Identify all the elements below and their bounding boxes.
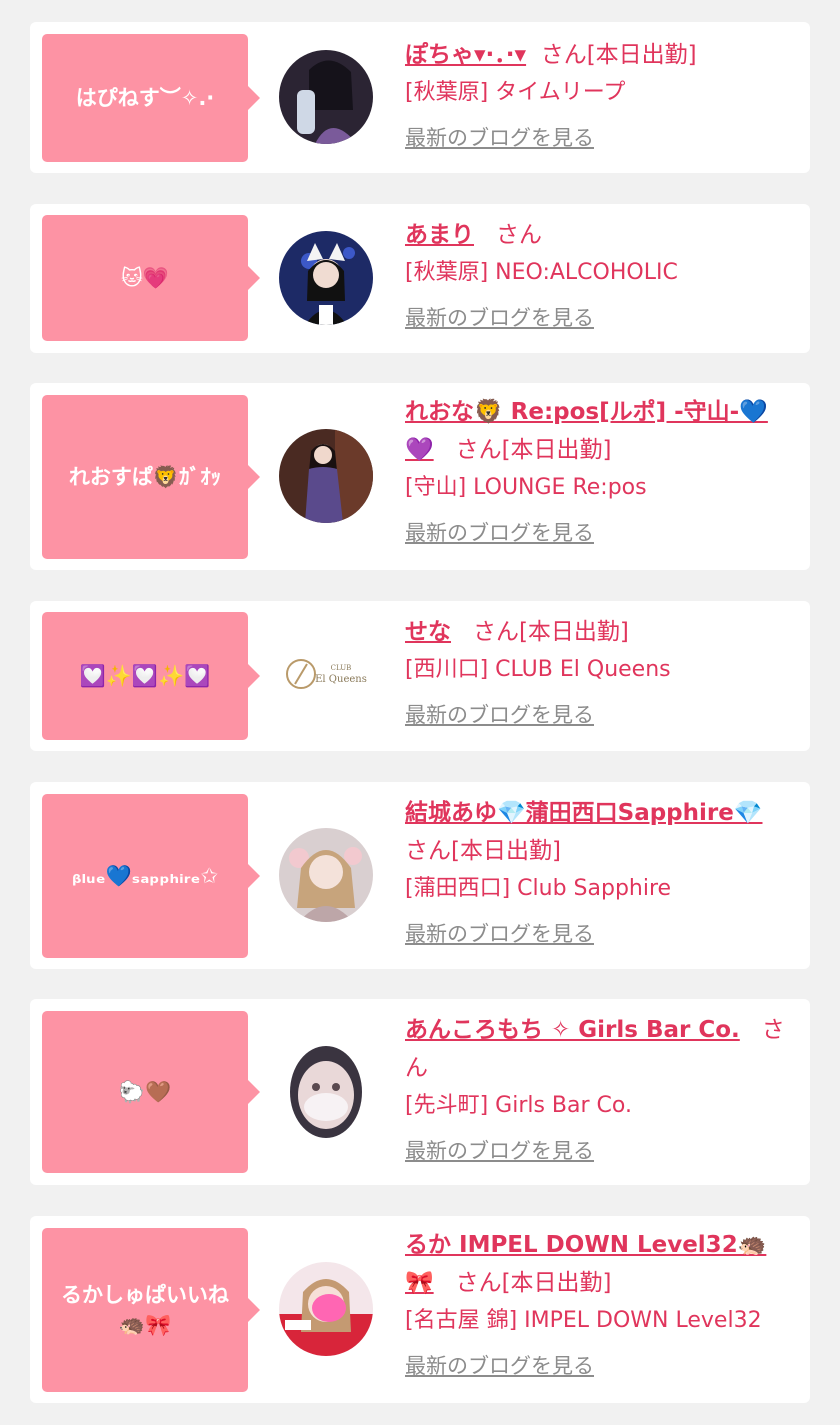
cast-card: 🐱💗 あまり さん [秋葉原] NEO:ALCOHOLIC 最新のブログを見る bbox=[30, 204, 810, 353]
shop-name: [蒲田西口] Club Sapphire bbox=[405, 876, 672, 901]
attendance-badge: [本日出勤] bbox=[501, 1270, 612, 1296]
cast-name-link[interactable]: 結城あゆ💎蒲田西口Sapphire💎 bbox=[405, 800, 763, 826]
comment-bubble: るかしゅぱいいね 🦔🎀 bbox=[42, 1228, 260, 1392]
honorific: さん bbox=[540, 42, 587, 68]
cast-name-link[interactable]: ぽちゃ▾·．·▾ bbox=[405, 42, 526, 68]
latest-blog-link[interactable]: 最新のブログを見る bbox=[405, 302, 594, 332]
shop-name: [秋葉原] NEO:ALCOHOLIC bbox=[405, 260, 678, 285]
comment-bubble: 🐱💗 bbox=[42, 215, 260, 341]
comment-bubble: 💟✨💟✨💟 bbox=[42, 612, 260, 740]
cast-photo-avatar[interactable] bbox=[279, 1262, 373, 1356]
honorific: さん bbox=[495, 222, 542, 248]
comment-bubble: ᵦₗᵤₑ💙ₛₐₚₚₕᵢᵣₑ✩ bbox=[42, 794, 260, 958]
shop-name: [先斗町] Girls Bar Co. bbox=[405, 1093, 632, 1118]
club-logo-text: El Queens bbox=[315, 674, 367, 685]
attendance-badge: [本日出勤] bbox=[451, 838, 561, 864]
attendance-badge: [本日出勤] bbox=[586, 42, 697, 68]
club-logo-avatar[interactable]: CLUB El Queens bbox=[279, 628, 373, 722]
cast-name-link[interactable]: せな bbox=[405, 619, 451, 645]
attendance-badge: [本日出勤] bbox=[518, 619, 629, 645]
comment-bubble: はぴねす︶✧.· bbox=[42, 34, 260, 162]
shop-name: [名古屋 錦] IMPEL DOWN Level32 bbox=[405, 1308, 762, 1333]
comment-bubble: 🐑🤎 bbox=[42, 1011, 260, 1173]
name-line: あまり さん bbox=[405, 216, 790, 254]
honorific: さん bbox=[472, 619, 519, 645]
cast-card: れおすぱ🦁ｶﾞｵｯ れおな🦁 Re:pos[ルポ] -守山-💙💜 さん[本日出勤… bbox=[30, 383, 810, 570]
latest-blog-link[interactable]: 最新のブログを見る bbox=[405, 517, 594, 547]
cast-photo-avatar[interactable] bbox=[279, 828, 373, 922]
latest-blog-link[interactable]: 最新のブログを見る bbox=[405, 918, 594, 948]
cast-card: はぴねす︶✧.· ぽちゃ▾·．·▾ さん[本日出勤] [秋葉原] タイムリープ … bbox=[30, 22, 810, 173]
comment-bubble: れおすぱ🦁ｶﾞｵｯ bbox=[42, 395, 260, 559]
cast-info: あんころもち ✧ Girls Bar Co. さん [先斗町] Girls Ba… bbox=[405, 1011, 790, 1165]
cast-info: れおな🦁 Re:pos[ルポ] -守山-💙💜 さん[本日出勤] [守山] LOU… bbox=[405, 393, 790, 547]
name-line: れおな🦁 Re:pos[ルポ] -守山-💙💜 さん[本日出勤] bbox=[405, 393, 790, 469]
cast-card: ᵦₗᵤₑ💙ₛₐₚₚₕᵢᵣₑ✩ 結城あゆ💎蒲田西口Sapphire💎 さん[本日出勤… bbox=[30, 782, 810, 969]
latest-blog-link[interactable]: 最新のブログを見る bbox=[405, 122, 594, 152]
cast-card: 💟✨💟✨💟 CLUB El Queens せな さん[本日出勤] [西川口] CL… bbox=[30, 601, 810, 751]
cast-info: せな さん[本日出勤] [西川口] CLUB El Queens 最新のブログを… bbox=[405, 613, 790, 729]
name-line: せな さん[本日出勤] bbox=[405, 613, 790, 651]
shop-name: [守山] LOUNGE Re:pos bbox=[405, 475, 647, 500]
club-logo-small-text: CLUB bbox=[331, 664, 352, 672]
cast-name-link[interactable]: あんころもち ✧ Girls Bar Co. bbox=[405, 1017, 740, 1043]
latest-blog-link[interactable]: 最新のブログを見る bbox=[405, 699, 594, 729]
cast-info: あまり さん [秋葉原] NEO:ALCOHOLIC 最新のブログを見る bbox=[405, 216, 790, 332]
cast-info: 結城あゆ💎蒲田西口Sapphire💎 さん[本日出勤] [蒲田西口] Club S… bbox=[405, 794, 790, 948]
honorific: さん bbox=[455, 1270, 502, 1296]
cast-photo-avatar[interactable] bbox=[279, 231, 373, 325]
attendance-badge: [本日出勤] bbox=[501, 437, 612, 463]
cast-list: はぴねす︶✧.· ぽちゃ▾·．·▾ さん[本日出勤] [秋葉原] タイムリープ … bbox=[0, 0, 840, 1425]
latest-blog-link[interactable]: 最新のブログを見る bbox=[405, 1135, 594, 1165]
latest-blog-link[interactable]: 最新のブログを見る bbox=[405, 1350, 594, 1380]
cast-photo-avatar[interactable] bbox=[279, 50, 373, 144]
honorific: さん bbox=[405, 838, 451, 864]
name-line: ぽちゃ▾·．·▾ さん[本日出勤] bbox=[405, 36, 790, 74]
cast-info: るか IMPEL DOWN Level32🦔🎀 さん[本日出勤] [名古屋 錦]… bbox=[405, 1226, 790, 1380]
name-line: あんころもち ✧ Girls Bar Co. さん bbox=[405, 1011, 790, 1087]
cast-name-link[interactable]: あまり bbox=[405, 222, 474, 248]
cast-card: 🐑🤎 あんころもち ✧ Girls Bar Co. さん [先斗町] Girls… bbox=[30, 999, 810, 1185]
cast-photo-avatar[interactable] bbox=[279, 429, 373, 523]
shop-name: [西川口] CLUB El Queens bbox=[405, 657, 671, 682]
name-line: るか IMPEL DOWN Level32🦔🎀 さん[本日出勤] bbox=[405, 1226, 790, 1302]
cast-info: ぽちゃ▾·．·▾ さん[本日出勤] [秋葉原] タイムリープ 最新のブログを見る bbox=[405, 36, 790, 152]
shop-name: [秋葉原] タイムリープ bbox=[405, 80, 626, 105]
honorific: さん bbox=[455, 437, 502, 463]
name-line: 結城あゆ💎蒲田西口Sapphire💎 さん[本日出勤] bbox=[405, 794, 790, 870]
cast-photo-avatar[interactable] bbox=[279, 1045, 373, 1139]
cast-card: るかしゅぱいいね 🦔🎀 るか IMPEL DOWN Level32🦔🎀 さん[本… bbox=[30, 1216, 810, 1403]
